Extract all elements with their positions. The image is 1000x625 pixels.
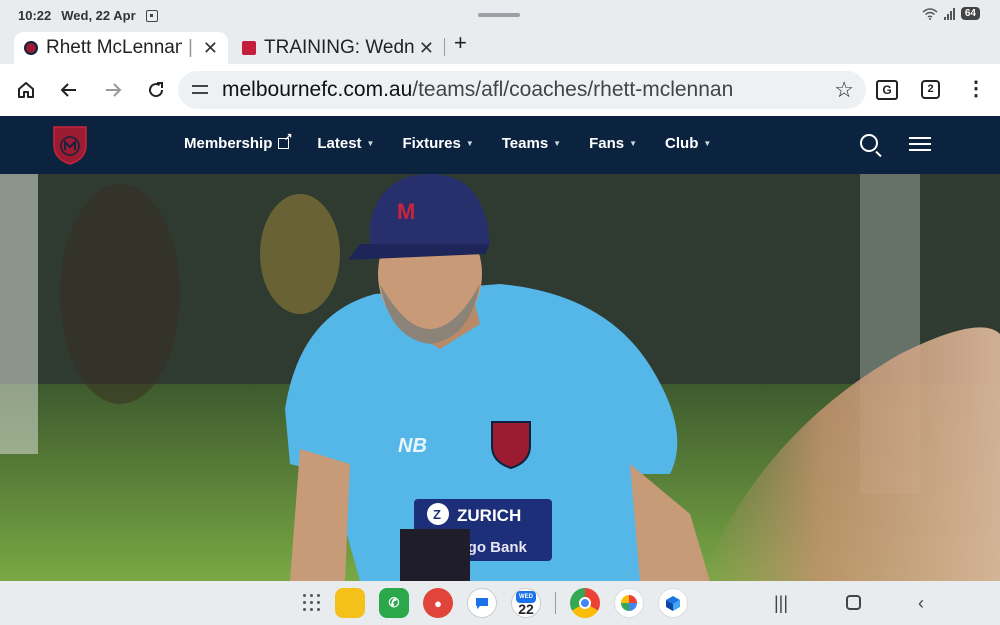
svg-text:M: M <box>397 199 415 224</box>
nav-latest[interactable]: Latest ▼ <box>317 135 374 152</box>
contacts-app-icon[interactable]: ● <box>423 588 453 618</box>
nav-membership[interactable]: Membership <box>184 132 292 152</box>
recents-icon[interactable]: ||| <box>774 593 788 614</box>
more-menu-icon[interactable]: ⋮ <box>966 78 986 100</box>
nav-fixtures[interactable]: Fixtures ▼ <box>402 135 473 152</box>
hamburger-menu-icon[interactable] <box>909 137 931 155</box>
nav-label: Fixtures <box>402 135 461 152</box>
search-icon[interactable] <box>860 134 878 152</box>
url-text[interactable]: melbournefc.com.au/teams/afl/coaches/rhe… <box>222 78 733 102</box>
browser-toolbar: melbournefc.com.au/teams/afl/coaches/rhe… <box>0 64 1000 116</box>
calendar-app-icon[interactable]: WED 22 <box>511 588 541 618</box>
home-nav-icon[interactable] <box>846 593 861 610</box>
nav-fans[interactable]: Fans ▼ <box>589 135 637 152</box>
wifi-icon <box>922 7 938 20</box>
calendar-day: 22 <box>518 601 534 617</box>
tab-title: TRAINING: Wedne <box>264 37 415 58</box>
external-link-icon <box>278 132 292 149</box>
status-right: 64 <box>922 7 980 20</box>
reload-icon[interactable] <box>142 76 170 104</box>
url-host: melbournefc.com.au <box>222 78 413 101</box>
nav-label: Fans <box>589 135 625 152</box>
training-favicon-icon <box>242 41 256 55</box>
messages-app-icon[interactable] <box>467 588 497 618</box>
chrome-app-icon[interactable] <box>570 588 600 618</box>
tab-switcher-button[interactable]: 2 <box>921 80 940 99</box>
bookmark-star-icon[interactable]: ☆ <box>834 77 854 103</box>
status-date: Wed, 22 Apr <box>61 8 136 23</box>
tab-divider <box>444 38 445 56</box>
photos-app-icon[interactable] <box>614 588 644 618</box>
tab-separator: | <box>187 37 193 58</box>
caret-down-icon: ▼ <box>629 139 638 148</box>
caret-down-icon: ▼ <box>553 139 562 148</box>
hero-image: M NB Z ZURICH Bendigo Bank <box>0 174 1000 581</box>
melbourne-favicon-icon <box>24 41 38 55</box>
site-settings-icon[interactable] <box>192 83 210 97</box>
site-navigation: Membership Latest ▼ Fixtures ▼ Teams ▼ F… <box>0 116 1000 174</box>
nav-label: Membership <box>184 135 273 152</box>
battery-indicator: 64 <box>960 7 980 20</box>
status-left: 10:22 Wed, 22 Apr <box>18 8 158 23</box>
nav-teams[interactable]: Teams ▼ <box>502 135 561 152</box>
nav-items: Membership Latest ▼ Fixtures ▼ Teams ▼ F… <box>184 132 739 152</box>
nav-label: Club <box>665 135 699 152</box>
store-app-icon[interactable] <box>658 588 688 618</box>
nav-club[interactable]: Club ▼ <box>665 135 711 152</box>
url-path: /teams/afl/coaches/rhett-mclennan <box>412 78 734 101</box>
new-tab-icon[interactable]: + <box>454 30 467 56</box>
app-dock: ✆ ● WED 22 <box>303 588 688 618</box>
phone-app-icon[interactable]: ✆ <box>379 588 409 618</box>
drag-handle[interactable] <box>478 13 520 17</box>
close-tab-icon[interactable]: ✕ <box>419 38 434 59</box>
caret-down-icon: ▼ <box>465 139 474 148</box>
melbourne-fc-logo[interactable] <box>51 123 89 165</box>
back-icon[interactable] <box>55 76 83 104</box>
svg-text:NB: NB <box>398 435 427 457</box>
caret-down-icon: ▼ <box>703 139 712 148</box>
close-tab-icon[interactable]: ✕ <box>203 38 218 59</box>
nav-label: Latest <box>317 135 362 152</box>
status-bar: 10:22 Wed, 22 Apr 64 <box>0 0 1000 30</box>
signal-icon <box>943 7 955 20</box>
coach-photo: M NB Z ZURICH Bendigo Bank <box>0 174 1000 581</box>
status-time: 10:22 <box>18 8 52 23</box>
tab-rhett-mclennan[interactable]: Rhett McLennan | ✕ <box>14 32 228 64</box>
dock-separator <box>555 592 556 614</box>
caret-down-icon: ▼ <box>366 139 375 148</box>
home-icon[interactable] <box>12 76 40 104</box>
svg-text:Z: Z <box>433 507 441 522</box>
tab-bar: Rhett McLennan | ✕ TRAINING: Wedne ✕ <box>0 30 1000 64</box>
translate-icon[interactable]: G <box>876 80 898 100</box>
nav-label: Teams <box>501 135 549 152</box>
tab-title: Rhett McLennan <box>46 37 182 58</box>
address-bar[interactable]: melbournefc.com.au/teams/afl/coaches/rhe… <box>178 71 866 109</box>
files-app-icon[interactable] <box>335 588 365 618</box>
tab-training[interactable]: TRAINING: Wedne ✕ <box>232 32 444 64</box>
forward-icon[interactable] <box>99 76 127 104</box>
app-drawer-icon[interactable] <box>303 594 321 612</box>
taskbar: ✆ ● WED 22 ||| ‹ <box>0 581 1000 625</box>
back-nav-icon[interactable]: ‹ <box>918 593 924 614</box>
shirt-sponsor-1: ZURICH <box>457 506 521 525</box>
screenshot-icon <box>145 9 158 22</box>
